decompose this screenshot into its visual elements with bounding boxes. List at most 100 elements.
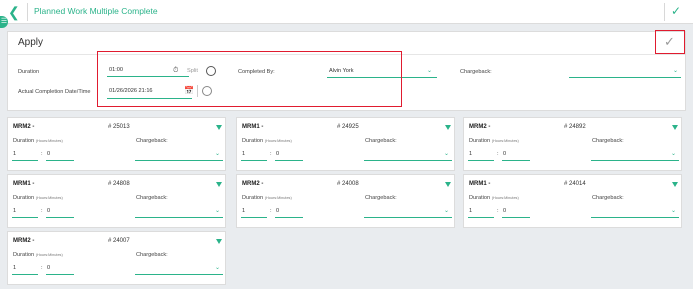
chevron-down-icon[interactable]: ⌄ xyxy=(444,150,449,157)
divider xyxy=(27,3,28,21)
hours-input[interactable]: 1 xyxy=(242,151,245,157)
minutes-input[interactable]: 0 xyxy=(47,151,50,157)
work-order-number: # 24007 xyxy=(108,238,130,244)
chargeback-select[interactable] xyxy=(569,77,681,78)
hours-input[interactable]: 1 xyxy=(469,151,472,157)
work-order-card: MRM1 - # 24014 Duration (Hours:Minutes) Cha… xyxy=(463,174,682,228)
card-duration-label: Duration (Hours:Minutes) xyxy=(13,138,63,144)
work-order-number: # 25013 xyxy=(108,124,130,130)
chevron-down-icon[interactable]: ⌄ xyxy=(427,67,432,74)
work-order-card: MRM2 - # 24008 Duration (Hours:Minutes) Cha… xyxy=(236,174,455,228)
work-order-number: # 24808 xyxy=(108,181,130,187)
card-duration-label: Duration (Hours:Minutes) xyxy=(242,138,292,144)
chevron-down-icon[interactable]: ⌄ xyxy=(444,207,449,214)
card-name: MRM2 - xyxy=(242,181,264,187)
time-separator: : xyxy=(41,151,43,157)
card-chargeback-label: Chargeback: xyxy=(592,138,624,144)
card-chargeback-select[interactable] xyxy=(135,160,223,161)
minutes-input[interactable]: 0 xyxy=(276,151,279,157)
work-order-number: # 24925 xyxy=(337,124,359,130)
time-separator: : xyxy=(41,208,43,214)
duration-text: Duration xyxy=(469,195,491,201)
chevron-down-icon[interactable]: ⌄ xyxy=(215,150,220,157)
hours-underline xyxy=(468,160,494,161)
expand-triangle-icon[interactable] xyxy=(216,182,222,187)
card-chargeback-label: Chargeback: xyxy=(592,195,624,201)
work-order-card: MRM2 - # 24892 Duration (Hours:Minutes) Cha… xyxy=(463,117,682,171)
duration-text: Duration xyxy=(242,138,264,144)
hours-underline xyxy=(468,217,494,218)
chevron-down-icon[interactable]: ⌄ xyxy=(671,207,676,214)
hours-minutes-hint: (Hours:Minutes) xyxy=(35,196,63,200)
card-chargeback-select[interactable] xyxy=(364,160,452,161)
work-order-card: MRM1 - # 24808 Duration (Hours:Minutes) Cha… xyxy=(7,174,226,228)
card-duration-label: Duration (Hours:Minutes) xyxy=(469,138,519,144)
card-chargeback-label: Chargeback: xyxy=(365,195,397,201)
hours-minutes-hint: (Hours:Minutes) xyxy=(264,196,292,200)
hours-minutes-hint: (Hours:Minutes) xyxy=(35,139,63,143)
work-order-number: # 24014 xyxy=(564,181,586,187)
hours-input[interactable]: 1 xyxy=(13,265,16,271)
chevron-down-icon[interactable]: ⌄ xyxy=(215,207,220,214)
expand-triangle-icon[interactable] xyxy=(216,239,222,244)
expand-triangle-icon[interactable] xyxy=(672,182,678,187)
minutes-underline xyxy=(46,274,74,275)
work-order-number: # 24892 xyxy=(564,124,586,130)
card-name: MRM1 - xyxy=(469,181,491,187)
hours-minutes-hint: (Hours:Minutes) xyxy=(264,139,292,143)
chevron-down-icon[interactable]: ⌄ xyxy=(671,150,676,157)
minutes-underline xyxy=(502,217,530,218)
hours-input[interactable]: 1 xyxy=(242,208,245,214)
minutes-underline xyxy=(46,217,74,218)
back-arrow-icon[interactable]: ❮ xyxy=(8,4,24,20)
hours-input[interactable]: 1 xyxy=(13,208,16,214)
expand-triangle-icon[interactable] xyxy=(216,125,222,130)
minutes-underline xyxy=(275,217,303,218)
card-chargeback-select[interactable] xyxy=(591,217,679,218)
card-duration-label: Duration (Hours:Minutes) xyxy=(242,195,292,201)
card-chargeback-select[interactable] xyxy=(591,160,679,161)
expand-triangle-icon[interactable] xyxy=(672,125,678,130)
chevron-down-icon[interactable]: ⌄ xyxy=(215,264,220,271)
time-separator: : xyxy=(41,265,43,271)
card-chargeback-label: Chargeback: xyxy=(365,138,397,144)
duration-text: Duration xyxy=(13,195,35,201)
hours-minutes-hint: (Hours:Minutes) xyxy=(491,196,519,200)
card-duration-label: Duration (Hours:Minutes) xyxy=(13,195,63,201)
minutes-underline xyxy=(502,160,530,161)
check-icon: ✓ xyxy=(664,34,675,49)
chevron-down-icon[interactable]: ⌄ xyxy=(673,67,678,74)
card-chargeback-select[interactable] xyxy=(135,217,223,218)
minutes-input[interactable]: 0 xyxy=(503,208,506,214)
card-duration-label: Duration (Hours:Minutes) xyxy=(469,195,519,201)
chargeback-label: Chargeback: xyxy=(460,69,492,75)
expand-triangle-icon[interactable] xyxy=(445,125,451,130)
minutes-input[interactable]: 0 xyxy=(503,151,506,157)
page-title: Planned Work Multiple Complete xyxy=(34,6,158,16)
minutes-input[interactable]: 0 xyxy=(47,208,50,214)
hours-input[interactable]: 1 xyxy=(469,208,472,214)
minutes-input[interactable]: 0 xyxy=(47,265,50,271)
confirm-check-icon[interactable]: ✓ xyxy=(671,4,681,18)
duration-text: Duration xyxy=(469,138,491,144)
apply-title: Apply xyxy=(18,37,44,48)
duration-text: Duration xyxy=(13,138,35,144)
minutes-input[interactable]: 0 xyxy=(276,208,279,214)
card-chargeback-select[interactable] xyxy=(135,274,223,275)
card-chargeback-select[interactable] xyxy=(364,217,452,218)
card-chargeback-label: Chargeback: xyxy=(136,195,168,201)
time-separator: : xyxy=(270,151,272,157)
side-menu-toggle-icon[interactable]: ☰ xyxy=(0,16,8,28)
work-order-card: MRM2 - # 25013 Duration (Hours:Minutes) Cha… xyxy=(7,117,226,171)
expand-triangle-icon[interactable] xyxy=(445,182,451,187)
hours-minutes-hint: (Hours:Minutes) xyxy=(491,139,519,143)
apply-confirm-button[interactable]: ✓ xyxy=(655,30,685,54)
hours-underline xyxy=(241,217,267,218)
hours-input[interactable]: 1 xyxy=(13,151,16,157)
divider xyxy=(664,3,665,21)
top-bar: ❮ Planned Work Multiple Complete ✓ xyxy=(0,0,693,24)
time-separator: : xyxy=(497,208,499,214)
duration-text: Duration xyxy=(13,252,35,258)
card-name: MRM2 - xyxy=(13,124,35,130)
time-separator: : xyxy=(270,208,272,214)
